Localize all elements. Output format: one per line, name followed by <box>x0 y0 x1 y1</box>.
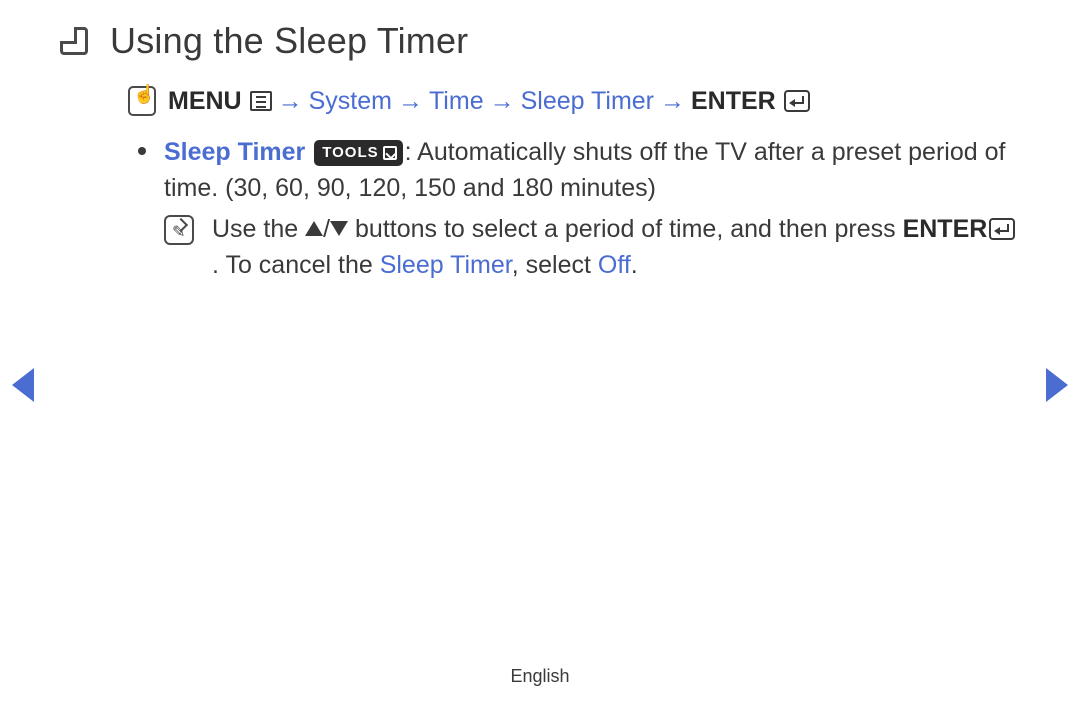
arrow-icon: → <box>490 87 515 116</box>
feature-body: Sleep Timer TOOLS: Automatically shuts o… <box>164 134 1020 283</box>
note-t1: Use the <box>212 215 305 243</box>
footer-language: English <box>0 666 1080 687</box>
menu-button-icon <box>250 91 272 111</box>
path-system: System <box>309 87 392 116</box>
next-page-arrow[interactable] <box>1046 368 1068 402</box>
note-t5: . <box>631 251 638 279</box>
note-t4: , select <box>512 251 598 279</box>
note-off: Off <box>598 251 631 279</box>
feature-item: Sleep Timer TOOLS: Automatically shuts o… <box>128 134 1020 283</box>
note-icon <box>164 215 194 245</box>
title-row: Using the Sleep Timer <box>60 20 1020 62</box>
note-body: Use the / buttons to select a period of … <box>212 211 1020 284</box>
tools-badge: TOOLS <box>314 140 402 166</box>
up-arrow-icon <box>305 221 323 236</box>
enter-button-icon <box>989 218 1015 240</box>
slash: / <box>323 215 330 243</box>
tools-badge-icon <box>383 146 397 160</box>
path-time: Time <box>429 87 484 116</box>
bullet-icon <box>138 147 146 155</box>
path-sleep-timer: Sleep Timer <box>521 87 654 116</box>
enter-label: ENTER <box>691 87 776 116</box>
note-sleep: Sleep Timer <box>380 251 512 279</box>
section-bullet-icon <box>60 27 88 55</box>
feature-name: Sleep Timer <box>164 138 305 166</box>
enter-button-icon <box>784 90 810 112</box>
manual-page: Using the Sleep Timer MENU → System → Ti… <box>0 0 1080 283</box>
menu-path: MENU → System → Time → Sleep Timer → ENT… <box>128 86 1020 116</box>
note-t2: buttons to select a period of time, and … <box>348 215 903 243</box>
arrow-icon: → <box>398 87 423 116</box>
touch-icon <box>128 86 156 116</box>
note-t3: . To cancel the <box>212 251 380 279</box>
menu-label: MENU <box>168 87 242 116</box>
tools-badge-label: TOOLS <box>322 142 378 164</box>
page-title: Using the Sleep Timer <box>110 20 468 62</box>
note-row: Use the / buttons to select a period of … <box>128 211 1020 284</box>
arrow-icon: → <box>278 87 303 116</box>
down-arrow-icon <box>330 221 348 236</box>
prev-page-arrow[interactable] <box>12 368 34 402</box>
note-enter: ENTER <box>903 215 988 243</box>
arrow-icon: → <box>660 87 685 116</box>
content-block: MENU → System → Time → Sleep Timer → ENT… <box>128 86 1020 283</box>
